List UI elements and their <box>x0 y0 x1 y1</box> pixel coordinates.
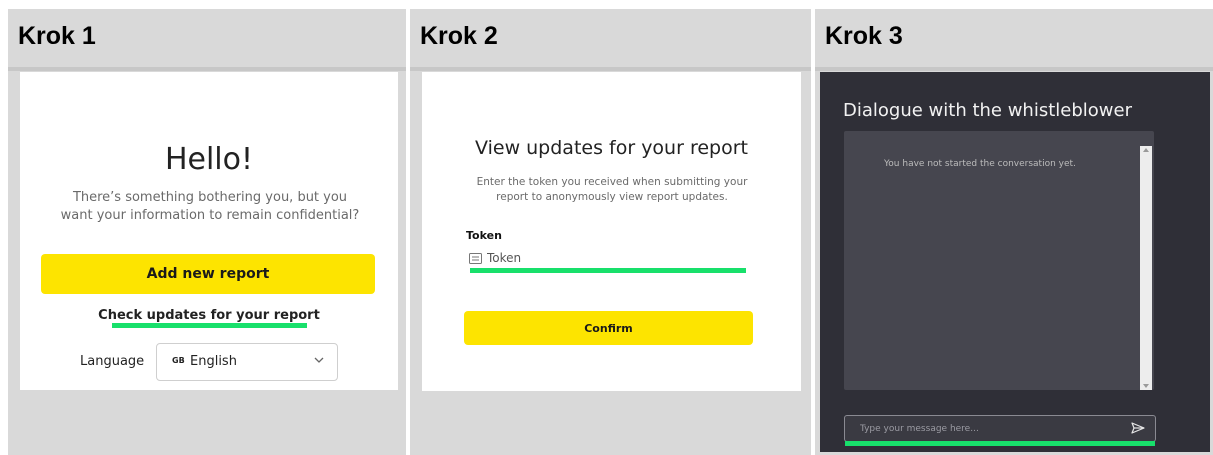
dialogue-card: Dialogue with the whistleblower You have… <box>820 72 1210 452</box>
chat-history: You have not started the conversation ye… <box>844 131 1154 390</box>
confirm-button[interactable]: Confirm <box>464 311 753 345</box>
language-select[interactable]: GB English <box>156 343 338 381</box>
divider <box>8 67 406 71</box>
page-title: Hello! <box>164 142 254 177</box>
chevron-down-icon <box>314 357 324 363</box>
token-input[interactable] <box>487 249 737 267</box>
highlight-underline <box>845 441 1155 446</box>
empty-conversation-text: You have not started the conversation ye… <box>884 159 1076 169</box>
hello-subtitle: There’s something bothering you, but you… <box>60 190 360 223</box>
divider <box>815 67 1213 71</box>
token-label: Token <box>466 229 502 242</box>
step-3-panel: Krok 3 Dialogue with the whistleblower Y… <box>815 9 1213 455</box>
step-1-title: Krok 1 <box>18 22 96 50</box>
highlight-underline <box>470 268 746 273</box>
check-updates-link[interactable]: Check updates for your report <box>20 308 398 323</box>
add-new-report-button[interactable]: Add new report <box>41 254 375 294</box>
step-3-title: Krok 3 <box>825 22 903 50</box>
language-label: Language <box>80 354 145 369</box>
step-1-panel: Krok 1 Hello! There’s something botherin… <box>8 9 406 455</box>
message-input[interactable] <box>860 421 1120 436</box>
language-selected-value: English <box>190 354 237 369</box>
message-box <box>844 415 1156 442</box>
dialogue-title: Dialogue with the whistleblower <box>843 100 1132 121</box>
view-updates-subtitle: Enter the token you received when submit… <box>476 176 748 203</box>
send-icon[interactable] <box>1131 421 1145 435</box>
scroll-down-arrow-icon[interactable] <box>1143 384 1149 388</box>
highlight-underline <box>112 323 307 328</box>
chat-scrollbar[interactable] <box>1140 146 1152 390</box>
scroll-up-arrow-icon[interactable] <box>1143 148 1149 152</box>
hello-card: Hello! There’s something bothering you, … <box>20 72 398 390</box>
flag-gb-icon: GB <box>172 356 185 365</box>
step-2-panel: Krok 2 View updates for your report Ente… <box>410 9 811 455</box>
view-updates-title: View updates for your report <box>475 137 748 159</box>
divider <box>410 67 811 71</box>
ticket-icon <box>469 253 482 264</box>
view-updates-card: View updates for your report Enter the t… <box>422 72 801 391</box>
step-2-title: Krok 2 <box>420 22 498 50</box>
